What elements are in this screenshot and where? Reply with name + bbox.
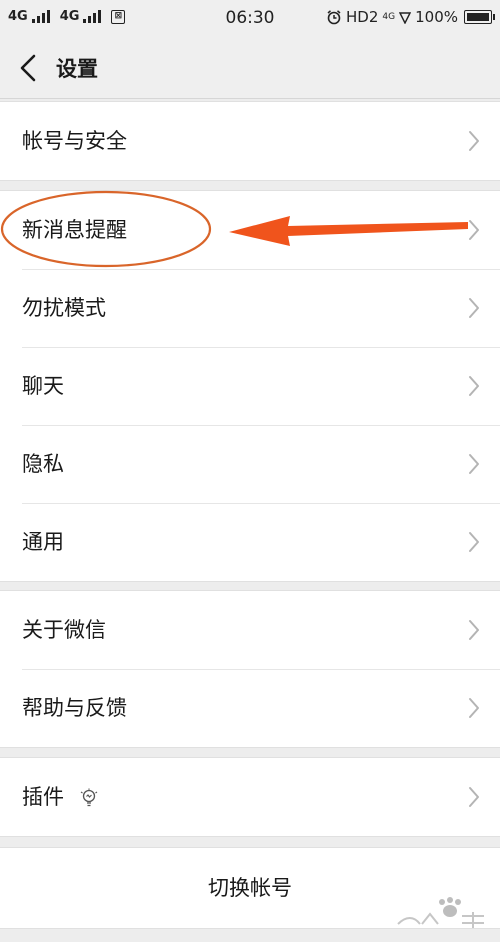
row-help-feedback[interactable]: 帮助与反馈	[0, 669, 500, 747]
settings-screen: 4G 4G ⊠ 06:30 HD2 4G 100% 设置 帐号与安全 新消息提醒…	[0, 0, 500, 942]
row-label: 帐号与安全	[22, 129, 127, 153]
battery-percent: 100%	[415, 8, 458, 26]
chevron-right-icon	[469, 131, 479, 151]
status-bar: 4G 4G ⊠ 06:30 HD2 4G 100%	[0, 0, 500, 36]
settings-group-account: 帐号与安全	[0, 101, 500, 181]
row-do-not-disturb[interactable]: 勿扰模式	[0, 269, 500, 347]
row-about-wechat[interactable]: 关于微信	[0, 591, 500, 669]
chevron-right-icon	[469, 620, 479, 640]
battery-icon	[464, 10, 495, 24]
row-label: 插件	[22, 785, 64, 809]
chevron-right-icon	[469, 532, 479, 552]
chevron-left-icon	[20, 54, 36, 82]
chevron-right-icon	[469, 698, 479, 718]
row-chat[interactable]: 聊天	[0, 347, 500, 425]
settings-group-about: 关于微信 帮助与反馈	[0, 590, 500, 748]
row-privacy[interactable]: 隐私	[0, 425, 500, 503]
row-general[interactable]: 通用	[0, 503, 500, 581]
back-button[interactable]	[14, 50, 50, 86]
chevron-right-icon	[469, 298, 479, 318]
wifi-icon	[399, 12, 412, 24]
hd-network: 4G	[382, 12, 396, 22]
baidu-watermark-icon	[397, 897, 484, 928]
row-label: 勿扰模式	[22, 296, 106, 320]
settings-group-plugins: 插件	[0, 757, 500, 837]
chevron-right-icon	[469, 376, 479, 396]
row-account-security[interactable]: 帐号与安全	[0, 102, 500, 180]
lightbulb-icon	[80, 788, 98, 807]
page-title: 设置	[56, 57, 98, 81]
hd-label: HD2	[346, 8, 379, 26]
row-plugins[interactable]: 插件	[0, 758, 500, 836]
chevron-right-icon	[469, 220, 479, 240]
settings-group-general: 新消息提醒 勿扰模式 聊天 隐私 通用	[0, 190, 500, 582]
alarm-icon	[327, 10, 341, 25]
row-label: 帮助与反馈	[22, 696, 127, 720]
title-bar: 设置	[0, 36, 500, 99]
chevron-right-icon	[469, 454, 479, 474]
status-right: HD2 4G 100%	[326, 8, 495, 26]
row-label: 通用	[22, 530, 64, 554]
row-new-message-alerts[interactable]: 新消息提醒	[0, 191, 500, 269]
row-label: 隐私	[22, 452, 64, 476]
row-label: 聊天	[22, 374, 64, 398]
chevron-right-icon	[469, 787, 479, 807]
row-label: 关于微信	[22, 618, 106, 642]
row-label: 新消息提醒	[22, 218, 127, 242]
